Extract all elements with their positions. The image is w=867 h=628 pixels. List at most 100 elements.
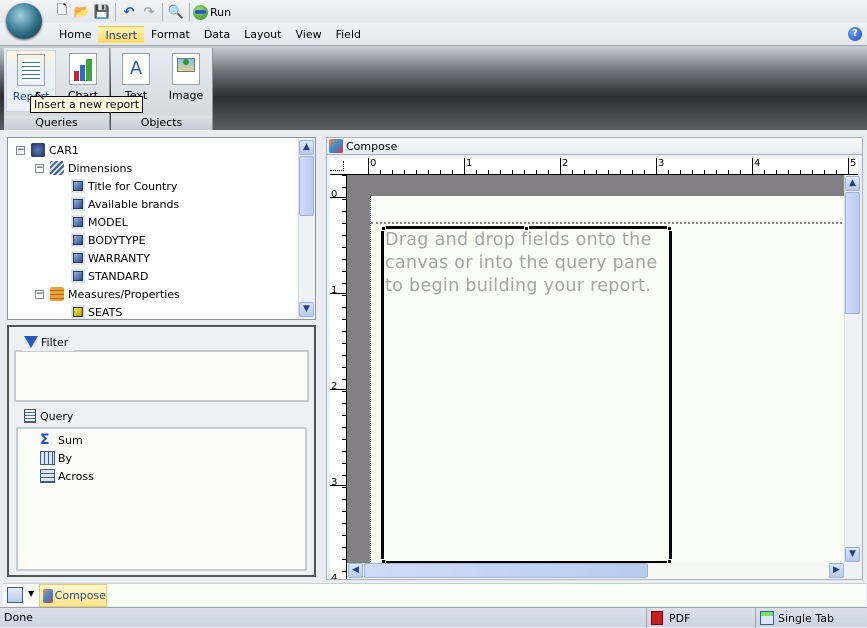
output-format-pdf[interactable]: PDF xyxy=(646,608,754,628)
scroll-thumb[interactable] xyxy=(364,563,648,578)
report-page[interactable]: Drag and drop fields onto the canvas or … xyxy=(370,196,845,563)
drop-hint-line: Drag and drop fields onto the xyxy=(385,230,652,250)
measure-field-icon xyxy=(73,307,83,317)
query-document-icon xyxy=(24,409,36,423)
drop-hint-line: to begin building your report. xyxy=(385,276,652,296)
tree-label: Measures/Properties xyxy=(68,287,180,301)
menu-home[interactable]: Home xyxy=(52,26,98,43)
tree-vertical-scrollbar[interactable]: ▲ ▼ xyxy=(298,138,315,319)
resize-handle[interactable] xyxy=(667,226,672,231)
tab-mode-single[interactable]: Single Tab xyxy=(755,608,867,628)
dimensions-icon xyxy=(50,161,64,175)
query-item-label: Sum xyxy=(58,433,83,447)
chevron-down-icon[interactable]: ▼ xyxy=(28,589,34,598)
undo-icon[interactable]: ↶ xyxy=(119,3,139,21)
help-icon[interactable]: ? xyxy=(848,27,862,41)
tree-node-measures[interactable]: − Measures/Properties xyxy=(35,285,180,303)
canvas-horizontal-scrollbar[interactable]: ◀ ▶ xyxy=(347,563,845,579)
tree-label: STANDARD xyxy=(88,269,149,283)
menu-view[interactable]: View xyxy=(288,26,328,43)
insert-image-button[interactable]: Image xyxy=(161,50,211,112)
scroll-right-button[interactable]: ▶ xyxy=(829,563,844,578)
query-item-by[interactable]: By xyxy=(40,449,72,467)
resize-handle[interactable] xyxy=(381,226,386,231)
compose-panel: Compose 0 1 2 3 4 5 0 1 2 3 4 Drag and d… xyxy=(326,137,863,580)
compose-title-bar: Compose xyxy=(327,138,862,155)
tree-field[interactable]: MODEL xyxy=(70,213,128,231)
query-box[interactable]: Σ Sum By Across xyxy=(16,427,307,571)
horizontal-ruler: 0 1 2 3 4 5 xyxy=(330,158,858,175)
mouse-cursor-icon: ↖ xyxy=(34,88,46,104)
query-pane: Filter Σ Sum By Across Query xyxy=(7,325,316,577)
filter-label: Filter xyxy=(41,335,69,349)
run-button[interactable]: Run xyxy=(193,4,231,20)
single-tab-icon xyxy=(760,611,774,625)
menu-format[interactable]: Format xyxy=(144,26,197,43)
scroll-thumb[interactable] xyxy=(299,156,314,216)
tree-field[interactable]: SEATS xyxy=(70,303,122,321)
canvas-vertical-scrollbar[interactable]: ▲ ▼ xyxy=(844,175,861,563)
tree-label: WARRANTY xyxy=(88,251,150,265)
status-bar: Done PDF Single Tab xyxy=(0,607,867,628)
query-item-sum[interactable]: Σ Sum xyxy=(40,431,83,449)
output-format-label: PDF xyxy=(669,611,691,625)
ribbon-group-queries: Report Chart Queries xyxy=(4,48,110,130)
query-label: Query xyxy=(40,409,74,423)
scroll-thumb[interactable] xyxy=(845,192,860,314)
tree-label: Title for Country xyxy=(88,179,178,193)
title-toolbar: 🗋 📂 💾 ↶ ↷ 🔍 Run Home Insert Format Data … xyxy=(0,0,867,46)
chart-icon xyxy=(69,53,97,85)
tab-compose[interactable]: Compose xyxy=(39,584,107,607)
tree-label: SEATS xyxy=(88,305,123,319)
image-icon xyxy=(172,53,200,85)
query-header: Query xyxy=(22,407,80,425)
collapse-toggle[interactable]: − xyxy=(35,163,44,173)
menu-data[interactable]: Data xyxy=(197,26,237,43)
tree-node-dimensions[interactable]: − Dimensions xyxy=(35,159,132,177)
menu-field[interactable]: Field xyxy=(329,26,368,43)
scroll-down-button[interactable]: ▼ xyxy=(845,547,860,562)
page-margin-guide xyxy=(371,222,845,224)
filter-box[interactable] xyxy=(14,350,309,402)
tree-field[interactable]: BODYTYPE xyxy=(70,231,146,249)
collapse-toggle[interactable]: − xyxy=(16,145,25,155)
field-icon xyxy=(73,199,83,209)
report-object[interactable]: Drag and drop fields onto the canvas or … xyxy=(381,226,672,563)
redo-icon[interactable]: ↷ xyxy=(139,3,159,21)
open-folder-icon[interactable]: 📂 xyxy=(72,3,92,21)
tree-field[interactable]: Available brands xyxy=(70,195,179,213)
tree-field[interactable]: WARRANTY xyxy=(70,249,150,267)
scroll-left-button[interactable]: ◀ xyxy=(348,563,363,578)
field-icon xyxy=(73,253,83,263)
ribbon-group-label-objects: Objects xyxy=(111,116,212,130)
insert-image-label: Image xyxy=(168,89,204,102)
scroll-down-button[interactable]: ▼ xyxy=(299,302,314,317)
tree-field[interactable]: STANDARD xyxy=(70,267,149,285)
report-icon xyxy=(17,54,45,86)
new-document-icon[interactable]: 🗋 xyxy=(52,3,72,21)
report-canvas[interactable]: Drag and drop fields onto the canvas or … xyxy=(347,175,845,563)
separator xyxy=(115,3,116,21)
text-icon: A xyxy=(122,53,150,85)
bottom-tab-bar: ▼ Compose xyxy=(3,583,866,607)
vertical-ruler: 0 1 2 3 4 xyxy=(330,175,347,579)
separator xyxy=(162,3,163,21)
scroll-up-button[interactable]: ▲ xyxy=(299,140,314,155)
menu-insert[interactable]: Insert xyxy=(98,25,145,43)
tree-node-car1[interactable]: − CAR1 xyxy=(16,141,79,159)
ribbon-group-objects: A Text Image Objects xyxy=(111,48,213,130)
collapse-toggle[interactable]: − xyxy=(35,289,44,299)
preview-icon[interactable]: 🔍 xyxy=(166,3,186,21)
app-globe-logo-button[interactable] xyxy=(6,3,42,39)
cube-icon xyxy=(31,143,45,157)
resize-handle[interactable] xyxy=(524,226,529,231)
save-icon[interactable]: 💾 xyxy=(92,3,112,21)
window-list-icon[interactable] xyxy=(7,587,23,603)
filter-header: Filter xyxy=(22,333,75,351)
tree-label: Available brands xyxy=(88,197,180,211)
scroll-up-button[interactable]: ▲ xyxy=(845,176,860,191)
tree-field[interactable]: Title for Country xyxy=(70,177,177,195)
grid-icon xyxy=(40,451,55,465)
menu-layout[interactable]: Layout xyxy=(237,26,288,43)
query-item-across[interactable]: Across xyxy=(40,467,94,485)
